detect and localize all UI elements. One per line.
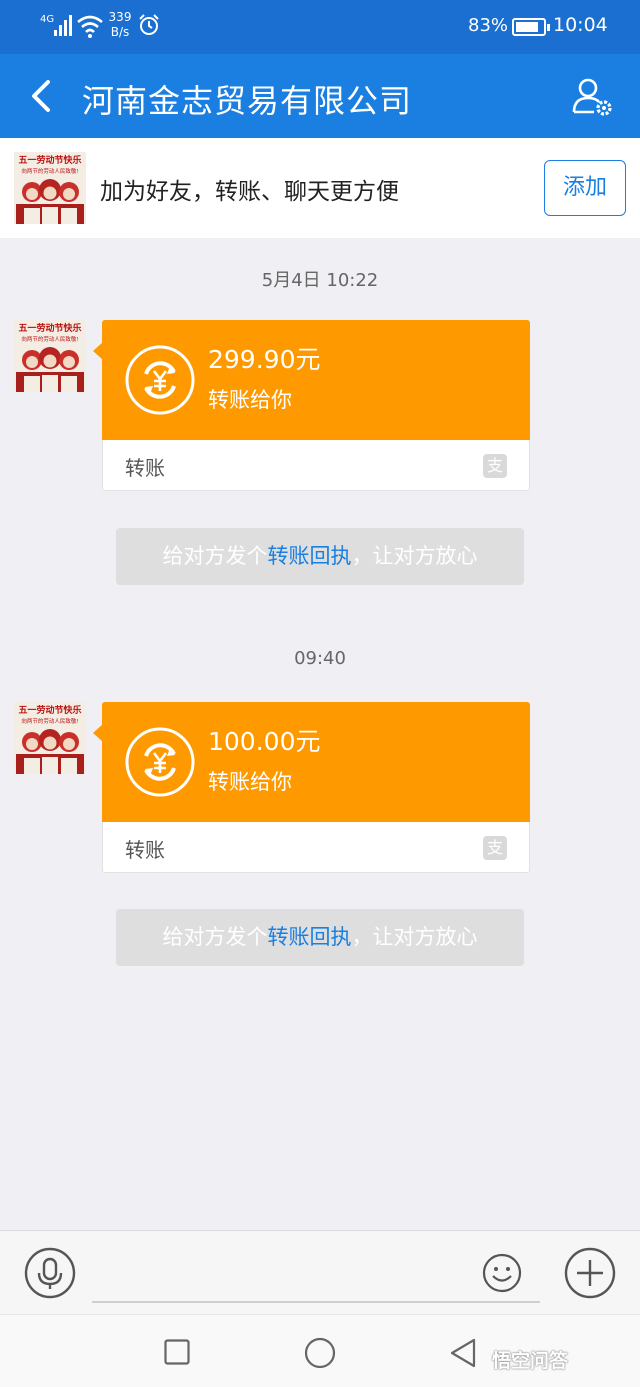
transfer-label: 转账 <box>125 456 165 480</box>
transfer-receipt-link[interactable]: 转账回执 <box>268 925 352 949</box>
plus-icon[interactable] <box>564 1247 616 1299</box>
message-timestamp: 5月4日 10:22 <box>261 270 379 291</box>
chat-header: 河南金志贸易有限公司 <box>0 54 640 138</box>
avatar-subcaption: 向两节的劳动人民致敬! <box>21 335 78 343</box>
message-timestamp: 09:40 <box>294 648 346 669</box>
avatar-caption: 五一劳动节快乐 <box>18 154 81 166</box>
transfer-card[interactable]: 299.90元 转账给你 转账 支 <box>93 320 530 491</box>
transfer-description: 转账给你 <box>208 388 292 412</box>
transfer-amount: 100.00元 <box>208 727 321 756</box>
transfer-yuan-icon <box>125 345 195 415</box>
avatar-caption: 五一劳动节快乐 <box>18 704 81 716</box>
receipt-tip-prefix: 给对方发个 <box>162 925 268 949</box>
signal-icon <box>54 15 72 36</box>
alarm-icon <box>139 14 159 35</box>
transfer-card-footer: 转账 支 <box>102 822 530 873</box>
add-friend-button[interactable]: 添加 <box>544 160 626 216</box>
alipay-icon: 支 <box>483 454 507 478</box>
transfer-card-footer: 转账 支 <box>102 440 530 491</box>
watermark: 悟空问答 <box>492 1350 569 1372</box>
network-speed: 339 B/s <box>108 10 132 40</box>
sender-avatar[interactable]: 五一劳动节快乐 向两节的劳动人民致敬! <box>14 320 86 392</box>
message-input[interactable] <box>92 1301 540 1303</box>
avatar-subcaption: 向两节的劳动人民致敬! <box>21 167 78 175</box>
transfer-card[interactable]: 100.00元 转账给你 转账 支 <box>93 702 530 873</box>
circle-icon[interactable] <box>304 1337 336 1369</box>
chevron-left-icon[interactable] <box>24 76 60 116</box>
clock: 10:04 <box>553 14 608 36</box>
receipt-tip-suffix: ，让对方放心 <box>351 925 478 949</box>
send-receipt-tip: 给对方发个转账回执，让对方放心 <box>116 909 524 966</box>
transfer-amount: 299.90元 <box>208 345 321 374</box>
wifi-icon <box>77 15 103 38</box>
smiley-icon[interactable] <box>482 1253 522 1293</box>
user-settings-icon[interactable] <box>570 74 614 118</box>
transfer-card-header: 299.90元 转账给你 <box>102 320 530 440</box>
transfer-receipt-link[interactable]: 转账回执 <box>268 544 352 568</box>
status-bar: 4G 339 B/s 83% 10:04 <box>0 0 640 54</box>
sender-avatar[interactable]: 五一劳动节快乐 向两节的劳动人民致敬! <box>14 702 86 774</box>
avatar-caption: 五一劳动节快乐 <box>18 322 81 334</box>
page-title: 河南金志贸易有限公司 <box>82 82 413 120</box>
message-input-bar <box>0 1230 640 1314</box>
send-receipt-tip: 给对方发个转账回执，让对方放心 <box>116 528 524 585</box>
triangle-back-icon[interactable] <box>448 1337 478 1369</box>
transfer-description: 转账给你 <box>208 770 292 794</box>
transfer-card-header: 100.00元 转账给你 <box>102 702 530 822</box>
add-friend-banner: 五一劳动节快乐 向两节的劳动人民致敬! 加为好友，转账、聊天更方便 添加 <box>0 138 640 238</box>
avatar-subcaption: 向两节的劳动人民致敬! <box>21 717 78 725</box>
battery-percent: 83% <box>468 15 509 36</box>
transfer-label: 转账 <box>125 838 165 862</box>
battery-icon <box>512 18 550 36</box>
receipt-tip-suffix: ，让对方放心 <box>351 544 478 568</box>
contact-avatar[interactable]: 五一劳动节快乐 向两节的劳动人民致敬! <box>14 152 86 224</box>
speed-unit: B/s <box>110 25 130 39</box>
add-friend-prompt: 加为好友，转账、聊天更方便 <box>100 179 399 205</box>
alipay-icon: 支 <box>483 836 507 860</box>
square-icon[interactable] <box>164 1339 190 1365</box>
transfer-yuan-icon <box>125 727 195 797</box>
receipt-tip-prefix: 给对方发个 <box>162 544 268 568</box>
speed-value: 339 <box>108 10 132 24</box>
microphone-icon[interactable] <box>24 1247 76 1299</box>
